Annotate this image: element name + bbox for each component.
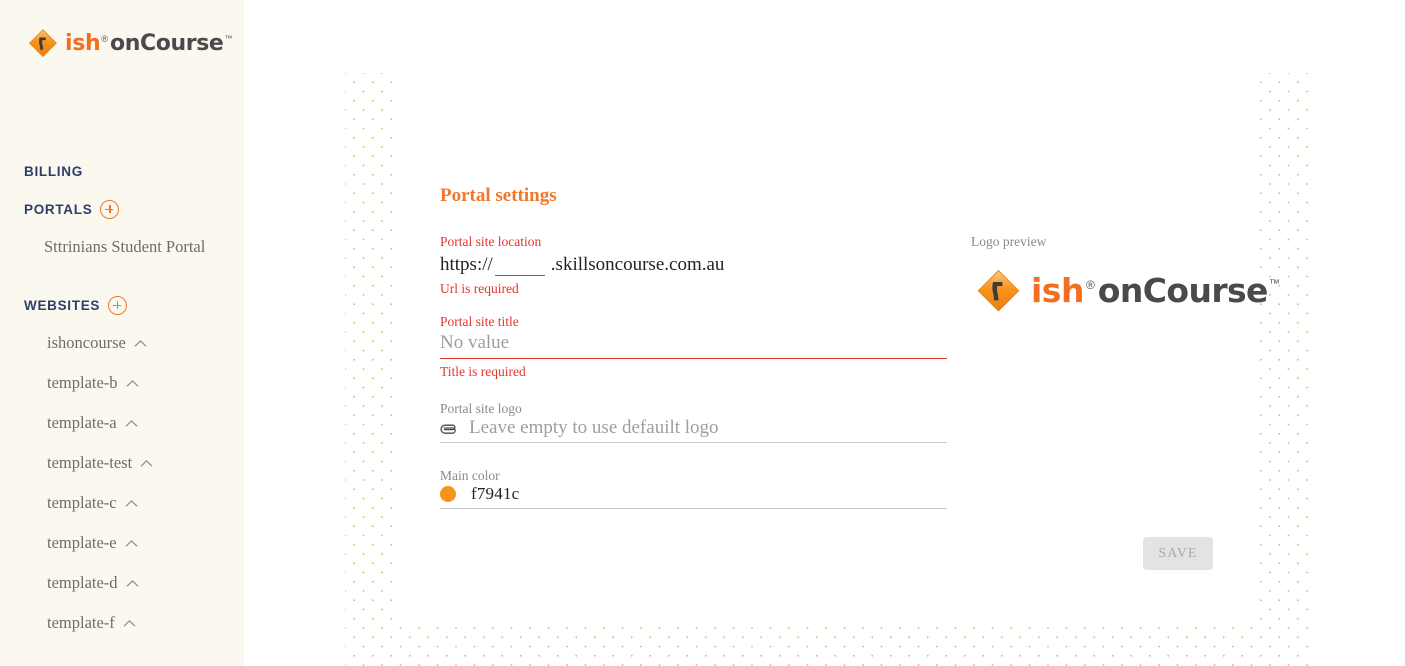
sidebar-item-label: Sttrinians Student Portal: [44, 237, 206, 256]
field-main-color: Main color f7941c: [440, 468, 947, 509]
field-portal-site-logo: Portal site logo Leave empty to use defa…: [440, 401, 947, 443]
chevron-up-icon[interactable]: [123, 619, 136, 628]
input-placeholder: No value: [440, 332, 510, 353]
field-label: Main color: [440, 468, 500, 483]
field-error-message: Url is required: [440, 281, 519, 296]
field-label: Portal site logo: [440, 401, 522, 416]
sidebar-section-websites[interactable]: WEBSITES: [24, 296, 128, 315]
sidebar: ish ® onCourse ™ BILLING PORTALS Sttrini…: [0, 0, 244, 666]
chevron-up-icon[interactable]: [126, 379, 139, 388]
chevron-up-icon[interactable]: [140, 459, 153, 468]
color-swatch-icon[interactable]: [440, 486, 456, 502]
sidebar-item-label: ishoncourse: [47, 333, 126, 352]
sidebar-item-label: template-d: [47, 573, 118, 592]
sidebar-section-billing-label: BILLING: [24, 164, 83, 179]
sidebar-item-label: template-c: [47, 493, 117, 512]
logo-trademark-mark: ™: [1268, 278, 1280, 290]
add-portal-icon[interactable]: [100, 200, 120, 219]
sidebar-item-label: template-b: [47, 373, 118, 392]
sidebar-item-label: template-e: [47, 533, 117, 552]
sidebar-item-label: template-test: [47, 453, 133, 472]
sidebar-section-portals[interactable]: PORTALS: [24, 200, 120, 219]
sidebar-item-label: template-a: [47, 413, 117, 432]
logo-registered-mark: ®: [1085, 278, 1095, 292]
sidebar-section-billing[interactable]: BILLING: [24, 164, 83, 179]
logo-oncourse-text: onCourse: [1097, 271, 1269, 310]
logo-ish-text: ish: [1031, 271, 1084, 310]
main-color-value: f7941c: [471, 484, 520, 503]
sidebar-item-label: template-f: [47, 613, 115, 632]
chevron-up-icon[interactable]: [125, 419, 138, 428]
field-error-message: Title is required: [440, 364, 526, 379]
chevron-up-icon[interactable]: [134, 339, 147, 348]
sidebar-item-template-test[interactable]: template-test: [47, 453, 153, 473]
input-placeholder: Leave empty to use defauilt logo: [469, 417, 719, 438]
sidebar-item-template-e[interactable]: template-e: [47, 533, 138, 553]
sidebar-item-template-c[interactable]: template-c: [47, 493, 138, 513]
ish-diamond-icon: [28, 28, 58, 58]
sidebar-item-ishoncourse[interactable]: ishoncourse: [47, 333, 147, 353]
app-root: ish ® onCourse ™ BILLING PORTALS Sttrini…: [0, 0, 1405, 666]
logo-preview-text: ish ® onCourse ™: [1031, 271, 1280, 310]
logo-oncourse-text: onCourse: [110, 30, 224, 56]
sidebar-item-sttrinians-student-portal[interactable]: Sttrinians Student Portal: [44, 236, 224, 258]
save-button[interactable]: SAVE: [1143, 537, 1213, 570]
add-website-icon[interactable]: [108, 296, 128, 315]
app-logo-text: ish ® onCourse ™: [65, 31, 232, 56]
chevron-up-icon[interactable]: [125, 499, 138, 508]
field-portal-site-title: Portal site title No value Title is requ…: [440, 314, 947, 380]
logo-preview-image: ish ® onCourse ™: [976, 268, 1280, 313]
sidebar-section-websites-label: WEBSITES: [24, 298, 101, 313]
logo-preview-label: Logo preview: [971, 234, 1047, 249]
sidebar-section-portals-label: PORTALS: [24, 202, 93, 217]
sidebar-item-template-a[interactable]: template-a: [47, 413, 138, 433]
portal-site-title-input[interactable]: No value: [440, 330, 947, 359]
sidebar-item-template-f[interactable]: template-f: [47, 613, 136, 633]
app-logo[interactable]: ish ® onCourse ™: [28, 28, 232, 58]
paperclip-icon[interactable]: [440, 421, 458, 435]
url-suffix: .skillsoncourse.com.au: [550, 254, 725, 275]
sidebar-item-template-d[interactable]: template-d: [47, 573, 139, 593]
ish-diamond-icon: [976, 268, 1021, 313]
portal-site-location-input[interactable]: [494, 250, 545, 276]
page-title: Portal settings: [440, 185, 557, 206]
logo-trademark-mark: ™: [224, 33, 233, 43]
field-label: Portal site location: [440, 234, 542, 249]
field-portal-site-location: Portal site location https:// .skillsonc…: [440, 234, 947, 297]
url-prefix: https://: [440, 254, 493, 275]
main-color-input[interactable]: f7941c: [440, 484, 947, 509]
chevron-up-icon[interactable]: [125, 539, 138, 548]
logo-ish-text: ish: [65, 30, 101, 56]
portal-site-location-row: https:// .skillsoncourse.com.au: [440, 250, 947, 276]
field-label: Portal site title: [440, 314, 519, 329]
sidebar-item-template-b[interactable]: template-b: [47, 373, 139, 393]
portal-site-logo-input[interactable]: Leave empty to use defauilt logo: [440, 417, 947, 443]
logo-registered-mark: ®: [101, 33, 109, 44]
chevron-up-icon[interactable]: [126, 579, 139, 588]
